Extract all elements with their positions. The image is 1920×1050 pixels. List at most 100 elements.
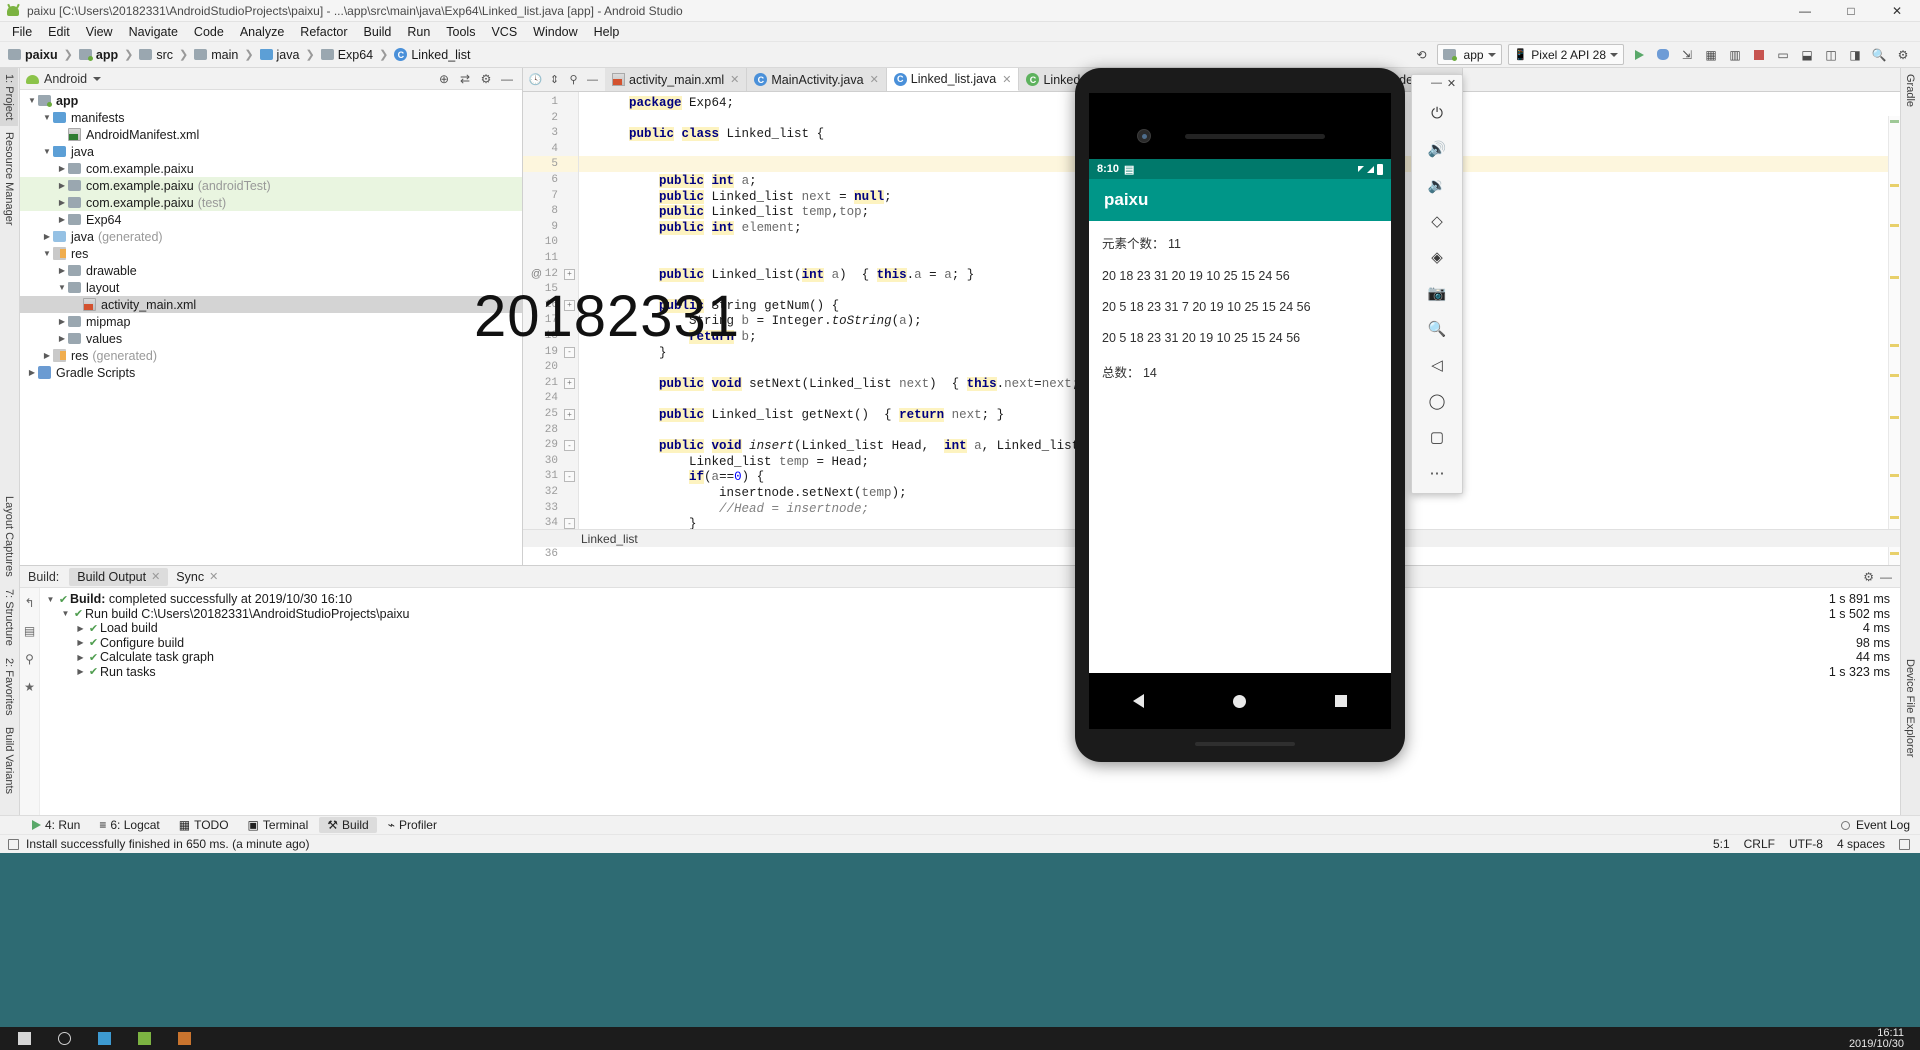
taskbar-app-icon[interactable] [164, 1027, 204, 1050]
tree-item[interactable]: ▼ java [20, 143, 522, 160]
fold-expand-icon[interactable]: + [564, 409, 575, 420]
chevron-right-icon[interactable]: ▶ [41, 351, 53, 360]
fold-collapse-icon[interactable]: - [564, 440, 575, 452]
project-view-selector[interactable]: Android [44, 72, 87, 86]
menu-edit[interactable]: Edit [40, 23, 78, 41]
close-icon[interactable]: ✕ [730, 73, 739, 86]
chevron-down-icon[interactable]: ▼ [41, 147, 53, 156]
chevron-right-icon[interactable]: ▶ [71, 300, 83, 309]
zoom-icon[interactable]: 🔍 [1412, 311, 1462, 347]
tab-run[interactable]: 4: Run [24, 817, 88, 833]
search-icon[interactable]: 🔍 [1868, 44, 1890, 66]
chevron-right-icon[interactable]: ▶ [74, 624, 87, 633]
chevron-right-icon[interactable]: ▶ [56, 266, 68, 275]
chevron-right-icon[interactable]: ▶ [41, 232, 53, 241]
tree-item[interactable]: ▶ Gradle Scripts [20, 364, 522, 381]
device-selector[interactable]: 📱 Pixel 2 API 28 [1507, 44, 1624, 65]
build-output-row[interactable]: ▼ ✔ Build: completed successfully at 2019/… [40, 592, 1900, 607]
tree-item[interactable]: ▶ com.example.paixu (androidTest) [20, 177, 522, 194]
collapse-all-icon[interactable]: ⇄ [456, 70, 474, 88]
star-icon[interactable]: ★ [24, 680, 35, 694]
menu-vcs[interactable]: VCS [483, 23, 525, 41]
history-icon[interactable]: 🕓 [527, 71, 544, 88]
tab-logcat[interactable]: ≡ 6: Logcat [91, 817, 167, 833]
sidebar-item-favorites[interactable]: 2: Favorites [0, 652, 18, 721]
power-icon[interactable]: ⏻ [1412, 95, 1462, 131]
fold-expand-icon[interactable]: + [564, 268, 575, 280]
file-encoding[interactable]: UTF-8 [1789, 837, 1823, 851]
locate-file-icon[interactable]: ⊕ [435, 70, 453, 88]
menu-window[interactable]: Window [525, 23, 585, 41]
tab-build[interactable]: ⚒ Build [319, 817, 377, 833]
chevron-right-icon[interactable]: ▶ [56, 334, 68, 343]
editor-tab[interactable]: C MainActivity.java ✕ [747, 68, 887, 91]
chevron-down-icon[interactable]: ▼ [59, 609, 72, 618]
chevron-down-icon[interactable]: ▼ [56, 283, 68, 292]
chevron-right-icon[interactable]: ▶ [56, 130, 68, 139]
sidebar-item-build-variants[interactable]: Build Variants [0, 721, 18, 800]
coverage-icon[interactable]: ▦ [1700, 44, 1722, 66]
breadcrumb-item-exp64[interactable]: Exp64 [319, 48, 375, 62]
fold-collapse-icon[interactable]: - [564, 471, 575, 483]
close-icon[interactable]: ✕ [1002, 73, 1011, 86]
editor-error-stripe[interactable] [1888, 116, 1900, 571]
build-output-row[interactable]: ▶ ✔ Load build [40, 621, 1900, 636]
chevron-right-icon[interactable]: ▶ [56, 164, 68, 173]
profile-icon[interactable]: ▥ [1724, 44, 1746, 66]
home-icon[interactable]: ◯ [1412, 383, 1462, 419]
menu-analyze[interactable]: Analyze [232, 23, 292, 41]
settings-icon[interactable]: ⚙ [1892, 44, 1914, 66]
run-icon[interactable] [1628, 44, 1650, 66]
chevron-down-icon[interactable]: ▼ [41, 249, 53, 258]
debug-icon[interactable] [1652, 44, 1674, 66]
chevron-right-icon[interactable]: ▶ [56, 198, 68, 207]
editor-tab[interactable]: C Linked_list.java ✕ [886, 68, 1020, 91]
lock-icon[interactable] [8, 838, 19, 850]
hide-icon[interactable]: — [584, 71, 601, 88]
menu-refactor[interactable]: Refactor [292, 23, 355, 41]
volume-down-icon[interactable]: 🔉 [1412, 167, 1462, 203]
minimize-button[interactable]: — [1430, 77, 1443, 95]
back-icon[interactable] [1133, 694, 1145, 708]
menu-build[interactable]: Build [356, 23, 400, 41]
tab-terminal[interactable]: ▣ Terminal [240, 817, 317, 833]
taskbar-clock[interactable]: 16:11 2019/10/30 [1849, 1027, 1916, 1050]
chevron-down-icon[interactable]: ▼ [41, 113, 53, 122]
sdk-manager-icon[interactable]: ⬓ [1796, 44, 1818, 66]
maximize-button[interactable]: □ [1828, 0, 1874, 22]
tree-item[interactable]: ▼ layout [20, 279, 522, 296]
menu-view[interactable]: View [78, 23, 121, 41]
chevron-right-icon[interactable]: ▶ [56, 215, 68, 224]
breadcrumb-item-paixu[interactable]: paixu [6, 48, 60, 62]
chevron-right-icon[interactable]: ▶ [74, 638, 87, 647]
taskbar-app-icon[interactable] [124, 1027, 164, 1050]
menu-code[interactable]: Code [186, 23, 232, 41]
back-icon[interactable]: ◁ [1412, 347, 1462, 383]
sidebar-item-project[interactable]: 1: Project [0, 68, 18, 127]
menu-run[interactable]: Run [399, 23, 438, 41]
chevron-down-icon[interactable]: ▼ [26, 96, 38, 105]
menu-navigate[interactable]: Navigate [121, 23, 186, 41]
screenshot-icon[interactable]: 📷 [1412, 275, 1462, 311]
sidebar-item-gradle[interactable]: Gradle [1901, 68, 1919, 113]
sidebar-item-layout-captures[interactable]: Layout Captures [0, 490, 18, 583]
tree-item[interactable]: ▼ manifests [20, 109, 522, 126]
volume-up-icon[interactable]: 🔊 [1412, 131, 1462, 167]
breadcrumb-item-main[interactable]: main [192, 48, 240, 62]
settings-icon[interactable]: ⚙ [477, 70, 495, 88]
android-navigation-bar[interactable] [1089, 673, 1391, 729]
tree-item[interactable]: ▼ app [20, 92, 522, 109]
toggle-view-icon[interactable]: ▤ [24, 624, 35, 638]
tab-profiler[interactable]: ⌁ Profiler [380, 817, 445, 833]
tree-item[interactable]: ▶ Exp64 [20, 211, 522, 228]
breadcrumb-item-linked-list[interactable]: C Linked_list [392, 48, 472, 62]
menu-file[interactable]: File [4, 23, 40, 41]
close-button[interactable]: ✕ [1874, 0, 1920, 22]
pin-icon[interactable]: ⚲ [565, 71, 582, 88]
recents-icon[interactable] [1334, 695, 1347, 707]
close-icon[interactable]: ✕ [209, 570, 218, 583]
line-separator[interactable]: CRLF [1744, 837, 1775, 851]
hide-icon[interactable]: — [1880, 570, 1892, 584]
sidebar-item-device-file-explorer[interactable]: Device File Explorer [1901, 653, 1919, 763]
tree-item[interactable]: ▶ mipmap [20, 313, 522, 330]
